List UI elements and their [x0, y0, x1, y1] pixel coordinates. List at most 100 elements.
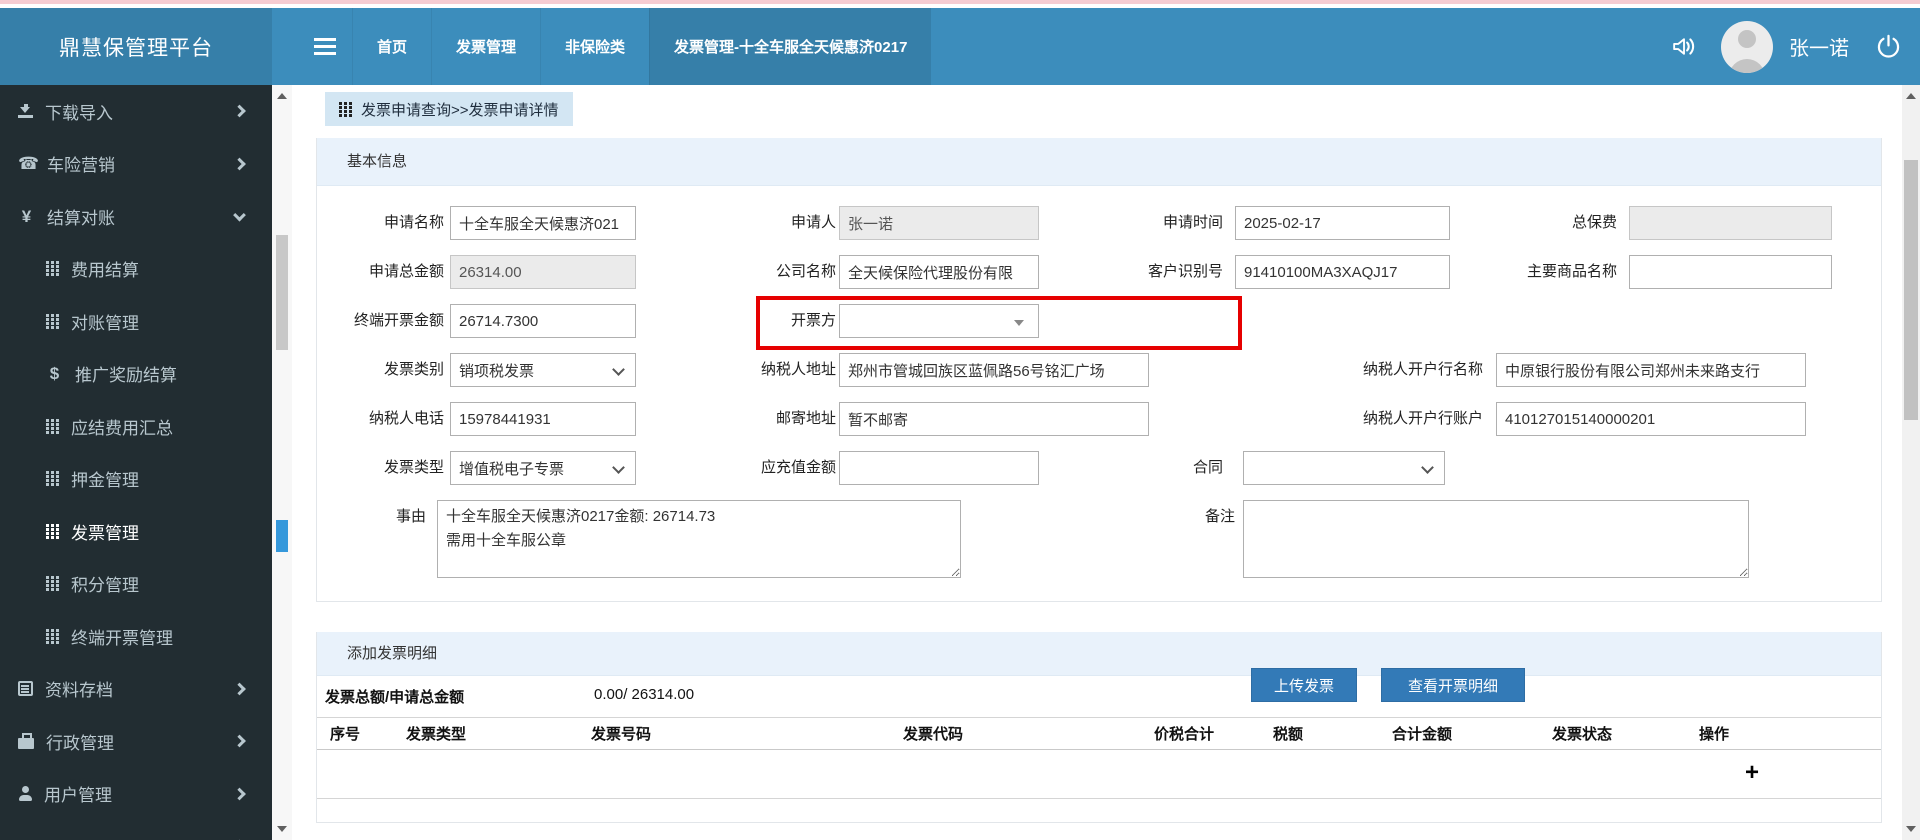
taxpayer-bank-name-label: 纳税人开户行名称 [1362, 361, 1483, 378]
sidebar-item-download-import[interactable]: 下载导入 [0, 85, 272, 138]
sidebar-item-promotion-reward-settlement[interactable]: $ 推广奖励结算 [0, 348, 272, 401]
view-invoicing-detail-button[interactable]: 查看开票明细 [1381, 668, 1525, 702]
total-premium-input[interactable] [1629, 206, 1832, 240]
sidebar-item-label: 费用结算 [71, 261, 139, 281]
tab-non-insurance[interactable]: 非保险类 [540, 8, 649, 85]
remark-textarea[interactable] [1243, 500, 1749, 578]
apply-name-input[interactable] [450, 206, 636, 240]
main-product-name-label: 主要商品名称 [1526, 263, 1617, 280]
reason-label: 事由 [395, 508, 426, 525]
user-avatar[interactable] [1721, 20, 1773, 73]
grid-icon [46, 261, 59, 276]
brand-logo: 鼎慧保管理平台 [0, 8, 272, 85]
tab-invoice-detail-active[interactable]: 发票管理-十全车服全天候惠济0217 [649, 8, 932, 85]
sidebar-item-label: 车险营销 [47, 156, 115, 176]
sidebar-item-payable-fee-summary[interactable]: 应结费用汇总 [0, 400, 272, 453]
sidebar-item-reconciliation-management[interactable]: 对账管理 [0, 295, 272, 348]
main-content: 发票申请查询>>发票申请详情 基本信息 申请名称 申请人 申请时间 总保费 申请… [292, 85, 1902, 840]
chevron-right-icon [233, 734, 246, 748]
briefcase-icon [18, 732, 34, 749]
tab-invoice-management[interactable]: 发票管理 [431, 8, 540, 85]
grid-icon [46, 313, 59, 329]
dollar-icon: $ [49, 364, 60, 384]
col-发票号码: 发票号码 [591, 726, 652, 743]
taxpayer-bank-account-input[interactable] [1496, 402, 1806, 436]
scrollbar-thumb-blue[interactable] [276, 520, 288, 552]
scroll-up-arrow-icon[interactable] [1906, 93, 1916, 99]
sidebar-scrollbar[interactable] [272, 85, 292, 840]
phone-icon: ☎ [18, 154, 40, 174]
contract-select[interactable] [1243, 451, 1445, 485]
invoice-total-value: 0.00/ 26314.00 [594, 686, 695, 703]
sidebar-item-label: 用户管理 [44, 786, 112, 806]
grid-icon [46, 523, 59, 539]
speaker-icon[interactable] [1670, 34, 1697, 59]
sidebar-item-label: 终端开票管理 [71, 628, 173, 648]
col-税额: 税额 [1273, 726, 1304, 743]
scrollbar-thumb[interactable] [1904, 160, 1918, 420]
invoice-total-label: 发票总额/申请总金额 [325, 689, 465, 706]
scroll-down-arrow-icon[interactable] [277, 826, 287, 832]
applicant-input[interactable] [839, 206, 1039, 240]
sidebar-item-user-management[interactable]: 用户管理 [0, 768, 272, 821]
sidebar-item-label: 对账管理 [71, 313, 139, 333]
sidebar-item-invoice-management-active[interactable]: 发票管理 [0, 505, 272, 558]
breadcrumb: 发票申请查询>>发票申请详情 [325, 92, 573, 126]
invoice-type-select[interactable]: 增值税电子专票 [450, 451, 636, 485]
chevron-right-icon [233, 787, 246, 801]
sidebar-item-terminal-invoicing-management[interactable]: 终端开票管理 [0, 610, 272, 663]
grid-icon [46, 628, 59, 644]
sidebar-item-data-archive[interactable]: 资料存档 [0, 663, 272, 716]
apply-total-amount-input[interactable] [450, 255, 636, 289]
chevron-right-icon [233, 682, 246, 696]
taxpayer-address-label: 纳税人地址 [760, 361, 836, 378]
sidebar-item-settlement-reconciliation[interactable]: ¥ 结算对账 [0, 190, 272, 243]
customer-id-input[interactable] [1235, 255, 1450, 289]
sidebar-item-label: 应结费用汇总 [71, 418, 173, 438]
upload-invoice-button[interactable]: 上传发票 [1251, 668, 1357, 702]
basic-info-panel: 基本信息 申请名称 申请人 申请时间 总保费 申请总金额 公司名称 客户识别号 … [316, 138, 1882, 602]
sidebar-item-fee-settlement[interactable]: 费用结算 [0, 243, 272, 296]
invoice-category-select[interactable]: 销项税发票 [450, 353, 636, 387]
tab-home[interactable]: 首页 [352, 8, 431, 85]
sidebar-item-auto-insurance-marketing[interactable]: ☎ 车险营销 [0, 138, 272, 191]
sidebar-item-deposit-management[interactable]: 押金管理 [0, 453, 272, 506]
hamburger-menu-icon[interactable] [298, 8, 352, 85]
logout-power-icon[interactable] [1875, 33, 1902, 60]
grid-icon [46, 576, 59, 591]
download-icon [18, 104, 33, 119]
invoice-detail-panel: 添加发票明细 发票总额/申请总金额 0.00/ 26314.00 上传发票 查看… [316, 632, 1882, 823]
sidebar-item-points-management[interactable]: 积分管理 [0, 558, 272, 611]
add-invoice-row-button[interactable]: + [1737, 750, 1767, 799]
taxpayer-phone-input[interactable] [450, 402, 636, 436]
recharge-amount-input[interactable] [839, 451, 1039, 485]
customer-id-label: 客户识别号 [1147, 263, 1223, 280]
scroll-up-arrow-icon[interactable] [277, 93, 287, 99]
scrollbar-thumb[interactable] [276, 235, 288, 350]
page-scrollbar[interactable] [1902, 85, 1920, 840]
scroll-down-arrow-icon[interactable] [1906, 826, 1916, 832]
mailing-address-input[interactable] [839, 402, 1149, 436]
breadcrumb-text: 发票申请查询>>发票申请详情 [361, 101, 559, 119]
invoice-category-label: 发票类别 [383, 361, 444, 378]
taxpayer-bank-name-input[interactable] [1496, 353, 1806, 387]
reason-textarea[interactable] [437, 500, 961, 578]
sidebar-item-administration[interactable]: 行政管理 [0, 715, 272, 768]
taxpayer-bank-account-label: 纳税人开户行账户 [1362, 410, 1483, 427]
invoicing-party-select[interactable] [839, 304, 1039, 338]
taxpayer-address-input[interactable] [839, 353, 1149, 387]
apply-time-input[interactable] [1235, 206, 1450, 240]
invoice-category-value: 销项税发票 [459, 362, 535, 380]
terminal-invoice-amount-input[interactable] [450, 304, 636, 338]
company-name-input[interactable] [839, 255, 1039, 289]
apply-total-amount-label: 申请总金额 [368, 263, 444, 280]
mailing-address-label: 邮寄地址 [775, 410, 836, 427]
main-product-name-input[interactable] [1629, 255, 1832, 289]
chevron-right-icon [233, 104, 246, 118]
invoice-table-header: 序号 发票类型 发票号码 发票代码 价税合计 税额 合计金额 发票状态 操作 [317, 717, 1881, 750]
taxpayer-phone-label: 纳税人电话 [368, 410, 444, 427]
sidebar-item-label: 押金管理 [71, 471, 139, 491]
sidebar-item-clipped[interactable] [0, 820, 272, 840]
user-icon [18, 786, 32, 802]
user-name: 张一诺 [1789, 38, 1849, 60]
